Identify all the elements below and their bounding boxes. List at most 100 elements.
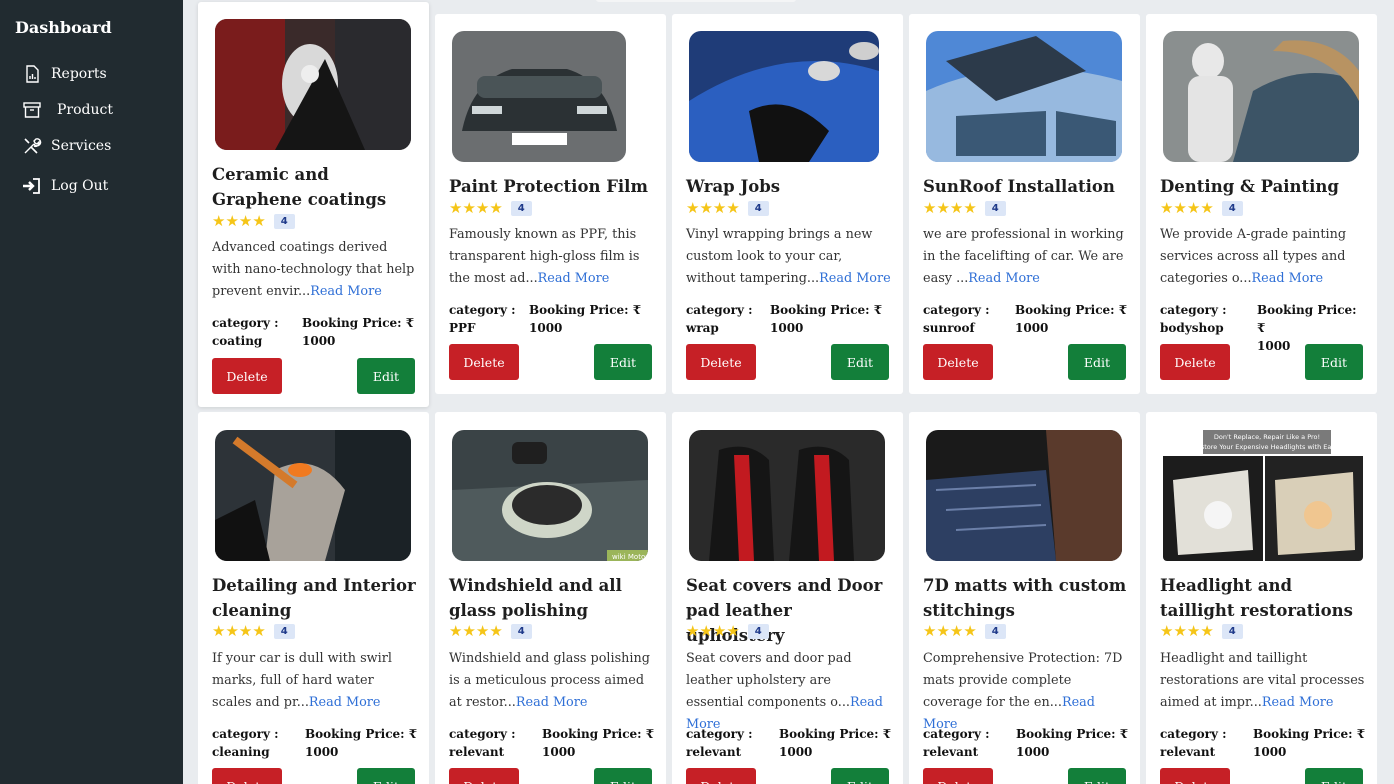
edit-button[interactable]: Edit bbox=[831, 344, 889, 380]
read-more-link[interactable]: Read More bbox=[309, 695, 381, 710]
banner-line-1: Don't Replace, Repair Like a Pro! bbox=[1214, 433, 1320, 441]
service-image: wiki Motor bbox=[452, 430, 648, 561]
service-card: 7D matts with custom stitchings ★★★★ 4 Co… bbox=[909, 412, 1140, 784]
sidebar-item-services[interactable]: Services bbox=[22, 136, 111, 156]
read-more-link[interactable]: Read More bbox=[1262, 695, 1334, 710]
service-description: Windshield and glass polishing is a meti… bbox=[449, 651, 650, 710]
service-price: 1000 bbox=[1015, 321, 1049, 335]
delete-button[interactable]: Delete bbox=[923, 768, 993, 784]
seat-covers-image bbox=[689, 430, 885, 561]
service-description: We provide A-grade painting services acr… bbox=[1160, 227, 1347, 286]
interior-cleaning-image bbox=[215, 430, 411, 561]
rating-badge: 4 bbox=[273, 213, 295, 229]
rating-badge: 4 bbox=[984, 623, 1006, 639]
delete-button[interactable]: Delete bbox=[686, 344, 756, 380]
star-rating-icon: ★★★★ bbox=[686, 622, 740, 640]
rating: ★★★★ 4 bbox=[686, 622, 769, 640]
sidebar-item-reports[interactable]: Reports bbox=[22, 64, 107, 84]
edit-button[interactable]: Edit bbox=[594, 768, 652, 784]
service-description: Famously known as PPF, this transparent … bbox=[449, 227, 640, 286]
service-category: coating bbox=[212, 334, 263, 348]
star-rating-icon: ★★★★ bbox=[212, 622, 266, 640]
read-more-link[interactable]: Read More bbox=[516, 695, 588, 710]
edit-button[interactable]: Edit bbox=[357, 358, 415, 394]
service-price: 1000 bbox=[542, 745, 576, 759]
sports-car-image bbox=[452, 31, 626, 162]
service-price: 1000 bbox=[305, 745, 339, 759]
service-card: Ceramic and Graphene coatings ★★★★ 4 Adva… bbox=[198, 2, 429, 407]
read-more-link[interactable]: Read More bbox=[310, 284, 382, 299]
rating: ★★★★ 4 bbox=[1160, 622, 1243, 640]
service-image bbox=[689, 31, 879, 162]
edit-button[interactable]: Edit bbox=[831, 768, 889, 784]
service-card: Paint Protection Film ★★★★ 4 Famously kno… bbox=[435, 14, 666, 394]
service-category: sunroof bbox=[923, 321, 975, 335]
edit-button[interactable]: Edit bbox=[357, 768, 415, 784]
star-rating-icon: ★★★★ bbox=[449, 199, 503, 217]
delete-button[interactable]: Delete bbox=[923, 344, 993, 380]
edit-button[interactable]: Edit bbox=[1305, 344, 1363, 380]
service-category: relevant bbox=[923, 745, 979, 759]
star-rating-icon: ★★★★ bbox=[1160, 199, 1214, 217]
rating-badge: 4 bbox=[510, 623, 532, 639]
top-overlay bbox=[596, 0, 796, 2]
scrollbar[interactable] bbox=[1378, 0, 1394, 784]
delete-button[interactable]: Delete bbox=[1160, 344, 1230, 380]
service-title: Wrap Jobs bbox=[686, 177, 781, 196]
service-description: Headlight and taillight restorations are… bbox=[1160, 651, 1365, 710]
service-title: SunRoof Installation bbox=[923, 177, 1115, 196]
delete-button[interactable]: Delete bbox=[449, 768, 519, 784]
service-image bbox=[926, 31, 1122, 162]
read-more-link[interactable]: Read More bbox=[1252, 271, 1324, 286]
blue-wrap-image bbox=[689, 31, 879, 162]
read-more-link[interactable]: Read More bbox=[819, 271, 891, 286]
rating: ★★★★ 4 bbox=[686, 199, 769, 217]
edit-button[interactable]: Edit bbox=[1068, 768, 1126, 784]
edit-button[interactable]: Edit bbox=[594, 344, 652, 380]
sidebar-title: Dashboard bbox=[15, 18, 112, 37]
edit-button[interactable]: Edit bbox=[1068, 344, 1126, 380]
services-grid: Ceramic and Graphene coatings ★★★★ 4 Adva… bbox=[183, 0, 1394, 784]
service-title: Detailing and Interior cleaning bbox=[212, 576, 416, 620]
person-coating-car-image bbox=[215, 19, 411, 150]
sidebar-item-logout[interactable]: Log Out bbox=[22, 176, 108, 196]
service-category: bodyshop bbox=[1160, 321, 1224, 335]
sidebar-item-label: Reports bbox=[51, 66, 107, 82]
service-description: Comprehensive Protection: 7D mats provid… bbox=[923, 651, 1123, 732]
service-description: Seat covers and door pad leather upholst… bbox=[686, 651, 883, 732]
rating-badge: 4 bbox=[1221, 623, 1243, 639]
service-price: 1000 bbox=[770, 321, 804, 335]
read-more-link[interactable]: Read More bbox=[968, 271, 1040, 286]
service-image bbox=[215, 430, 411, 561]
rating: ★★★★ 4 bbox=[449, 199, 532, 217]
sidebar-item-product[interactable]: Product bbox=[22, 100, 113, 120]
delete-button[interactable]: Delete bbox=[212, 358, 282, 394]
star-rating-icon: ★★★★ bbox=[923, 622, 977, 640]
delete-button[interactable]: Delete bbox=[212, 768, 282, 784]
service-card: SunRoof Installation ★★★★ 4 we are profes… bbox=[909, 14, 1140, 394]
service-image bbox=[689, 430, 885, 561]
sunroof-car-image bbox=[926, 31, 1122, 162]
service-card: wiki Motor Windshield and all glass poli… bbox=[435, 412, 666, 784]
rating: ★★★★ 4 bbox=[923, 199, 1006, 217]
service-image bbox=[926, 430, 1122, 561]
read-more-link[interactable]: Read More bbox=[538, 271, 610, 286]
service-price: 1000 bbox=[779, 745, 813, 759]
service-card: Seat covers and Door pad leather upholst… bbox=[672, 412, 903, 784]
service-title: Headlight and taillight restorations bbox=[1160, 576, 1353, 620]
glass-polishing-image: wiki Motor bbox=[452, 430, 648, 561]
service-price: 1000 bbox=[1016, 745, 1050, 759]
banner-line-2: Restore Your Expensive Headlights with E… bbox=[1193, 443, 1342, 451]
delete-button[interactable]: Delete bbox=[449, 344, 519, 380]
service-title: Denting & Painting bbox=[1160, 177, 1339, 196]
image-watermark: wiki Motor bbox=[612, 553, 648, 561]
delete-button[interactable]: Delete bbox=[686, 768, 756, 784]
rating: ★★★★ 4 bbox=[923, 622, 1006, 640]
edit-button[interactable]: Edit bbox=[1305, 768, 1363, 784]
service-price: 1000 bbox=[1253, 745, 1287, 759]
headlight-image: Don't Replace, Repair Like a Pro! Restor… bbox=[1163, 430, 1363, 561]
delete-button[interactable]: Delete bbox=[1160, 768, 1230, 784]
rating-badge: 4 bbox=[747, 200, 769, 216]
star-rating-icon: ★★★★ bbox=[923, 199, 977, 217]
sidebar-item-label: Log Out bbox=[51, 178, 109, 194]
